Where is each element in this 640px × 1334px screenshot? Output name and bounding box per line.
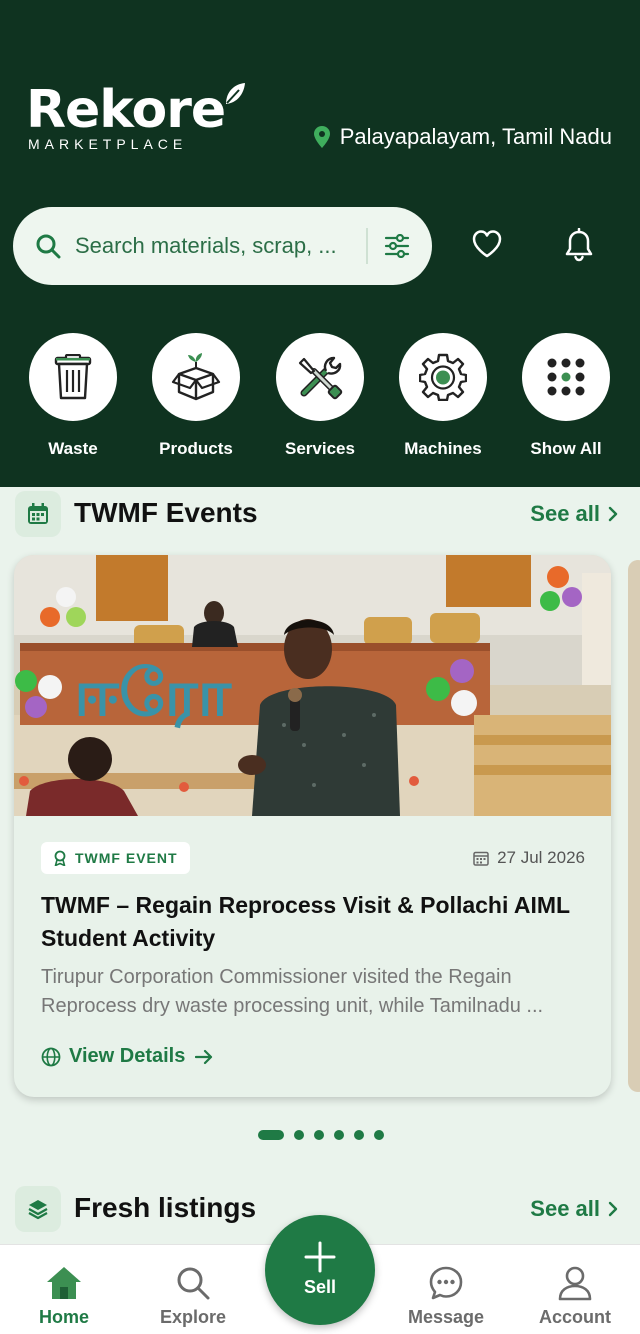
carousel-dot[interactable] (334, 1130, 344, 1140)
carousel-dot[interactable] (374, 1130, 384, 1140)
events-section-icon (15, 491, 61, 537)
listings-see-all-link[interactable]: See all (530, 1196, 618, 1222)
location-selector[interactable]: Palayapalayam, Tamil Nadu (313, 124, 612, 150)
category-label: Show All (530, 439, 602, 458)
heart-icon[interactable] (471, 228, 503, 260)
calendar-icon (473, 851, 489, 866)
box-icon (171, 353, 221, 401)
search-icon (177, 1267, 210, 1300)
award-ribbon-icon (54, 850, 66, 866)
filter-sliders-icon[interactable] (384, 234, 410, 258)
event-badge: TWMF EVENT (41, 842, 190, 874)
globe-icon (41, 1047, 61, 1066)
calendar-icon (28, 503, 48, 524)
leaf-icon (226, 83, 245, 104)
grid-dots-icon (547, 358, 585, 396)
see-all-label: See all (530, 1196, 600, 1221)
nav-label: Account (539, 1307, 611, 1327)
category-label: Machines (404, 439, 482, 458)
bell-icon[interactable] (563, 228, 595, 262)
events-section-title: TWMF Events (74, 497, 258, 528)
see-all-label: See all (530, 501, 600, 526)
map-pin-icon (313, 126, 330, 148)
brand-logo[interactable]: Rekore MARKETPLACE (26, 80, 245, 152)
chat-bubble-icon (429, 1266, 463, 1300)
brand-name: Rekore (26, 80, 226, 140)
plus-icon (304, 1241, 336, 1273)
event-date-text: 27 Jul 2026 (497, 848, 585, 867)
search-input[interactable]: Search materials, scrap, ... (75, 233, 354, 259)
sell-button[interactable]: Sell (265, 1215, 375, 1325)
category-label: Waste (48, 439, 98, 458)
event-title: TWMF – Regain Reprocess Visit & Pollachi… (41, 892, 570, 951)
chevron-right-icon (608, 1201, 618, 1217)
category-waste[interactable]: Waste (29, 333, 117, 459)
event-description: Tirupur Corporation Commissioner visited… (41, 966, 544, 1017)
next-event-card-peek[interactable] (628, 560, 640, 1092)
event-badge-label: TWMF EVENT (75, 850, 178, 866)
view-details-link[interactable]: View Details (41, 1045, 213, 1068)
search-icon (36, 234, 61, 259)
category-icon-circle (399, 333, 487, 421)
category-label: Services (285, 439, 355, 458)
category-services[interactable]: Services (276, 333, 364, 459)
category-machines[interactable]: Machines (399, 333, 487, 459)
gear-icon (419, 353, 467, 401)
search-divider (366, 228, 368, 264)
user-icon (558, 1266, 592, 1301)
layers-icon (28, 1200, 48, 1220)
event-card[interactable]: ஈரோ TWMF EVENT 27 Jul 2026 TWMF – Regain… (14, 555, 611, 1097)
nav-explore[interactable]: Explore (138, 1265, 248, 1328)
arrow-right-icon (195, 1049, 213, 1064)
listings-section-title: Fresh listings (74, 1192, 257, 1223)
category-products[interactable]: Products (152, 333, 240, 459)
category-label: Products (159, 439, 233, 458)
carousel-dot-active[interactable] (258, 1130, 284, 1140)
trash-bin-icon (54, 354, 92, 400)
chevron-right-icon (608, 506, 618, 522)
tools-icon (298, 356, 343, 400)
location-text: Palayapalayam, Tamil Nadu (339, 124, 612, 149)
nav-label: Explore (159, 1307, 227, 1327)
nav-account[interactable]: Account (520, 1265, 630, 1328)
nav-label: Message (407, 1307, 485, 1327)
nav-label: Home (38, 1307, 89, 1327)
category-show-all[interactable]: Show All (522, 333, 610, 459)
category-icon-circle (152, 333, 240, 421)
app-header: Rekore MARKETPLACE Palayapalayam, Tamil … (0, 0, 640, 487)
home-icon (47, 1267, 81, 1299)
event-date: 27 Jul 2026 (473, 848, 585, 868)
view-details-label: View Details (69, 1045, 186, 1067)
event-photo: ஈரோ (14, 555, 611, 816)
category-icon-circle (276, 333, 364, 421)
sell-label: Sell (303, 1277, 337, 1297)
stage-signage-text: ஈரோ (74, 657, 233, 731)
nav-home[interactable]: Home (9, 1265, 119, 1328)
category-icon-circle (29, 333, 117, 421)
nav-message[interactable]: Message (391, 1265, 501, 1328)
category-icon-circle (522, 333, 610, 421)
listings-section-icon (15, 1186, 61, 1232)
carousel-indicator (258, 1130, 394, 1140)
carousel-dot[interactable] (354, 1130, 364, 1140)
carousel-dot[interactable] (314, 1130, 324, 1140)
search-bar[interactable]: Search materials, scrap, ... (13, 207, 432, 285)
carousel-dot[interactable] (294, 1130, 304, 1140)
events-see-all-link[interactable]: See all (530, 501, 618, 527)
